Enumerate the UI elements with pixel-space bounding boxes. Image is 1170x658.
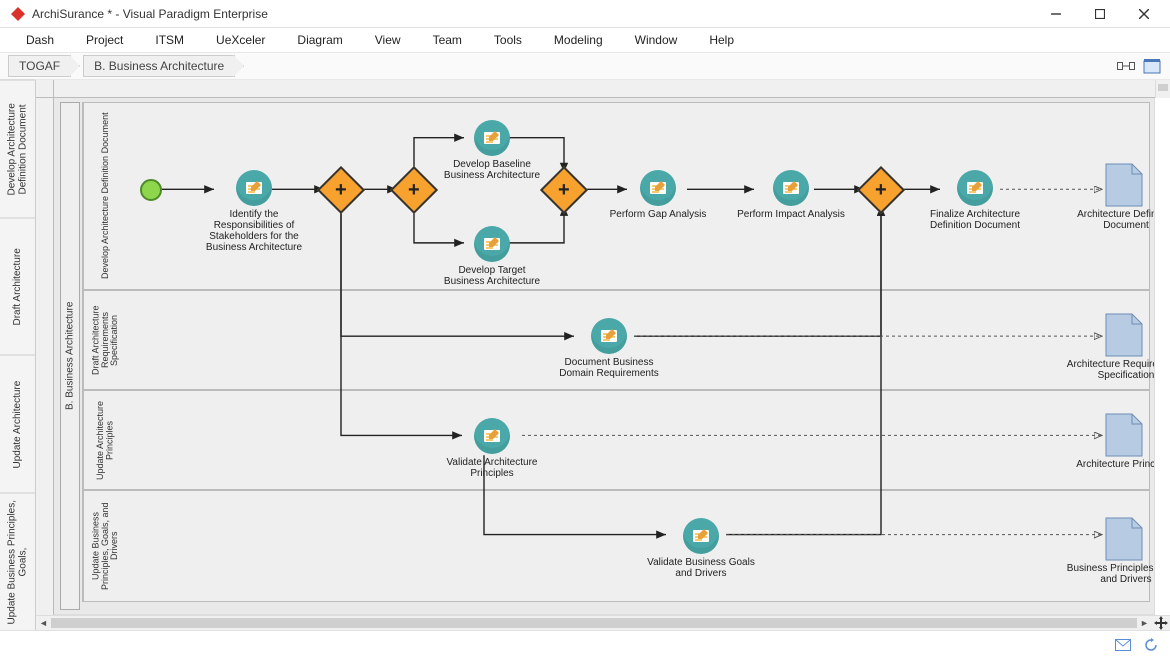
pool-label[interactable]: B. Business Architecture [60, 102, 80, 610]
breadcrumb-bar: TOGAF B. Business Architecture [0, 52, 1170, 80]
task-develop-baseline[interactable]: Develop Baseline Business Architecture [442, 120, 542, 181]
task-icon [773, 170, 809, 206]
task-validate-principles[interactable]: Validate Architecture Principles [442, 418, 542, 479]
task-validate-goals[interactable]: Validate Business Goals and Drivers [646, 518, 756, 579]
lane-label-update-business: Update Business Principles, Goals, and D… [83, 491, 127, 601]
gateway-parallel-1[interactable]: + [324, 173, 358, 207]
task-icon [591, 318, 627, 354]
gateway-parallel-2[interactable]: + [397, 173, 431, 207]
task-label: Validate Business Goals and Drivers [646, 557, 756, 579]
task-label: Develop Target Business Architecture [442, 265, 542, 287]
task-develop-target[interactable]: Develop Target Business Architecture [442, 226, 542, 287]
close-button[interactable] [1122, 0, 1166, 28]
sidetab-update-business[interactable]: Update Business Principles, Goals, [0, 493, 35, 631]
artifact-principles[interactable]: Architecture Principles [1104, 412, 1148, 464]
lane-label-draft: Draft Architecture Requirements Specific… [83, 291, 127, 389]
menubar: Dash Project ITSM UeXceler Diagram View … [0, 28, 1170, 52]
artifact-bpgd[interactable]: Business Principles, Goals and Drivers [1104, 516, 1148, 568]
statusbar [0, 630, 1170, 658]
scroll-right-icon[interactable]: ► [1137, 616, 1152, 631]
task-impact-analysis[interactable]: Perform Impact Analysis [736, 170, 846, 220]
menu-tools[interactable]: Tools [480, 31, 536, 49]
lane-label-develop: Develop Architecture Definition Document [83, 103, 127, 289]
maximize-button[interactable] [1078, 0, 1122, 28]
breadcrumb-root[interactable]: TOGAF [8, 55, 71, 77]
lane-label-update-principles: Update Architecture Principles [83, 391, 127, 489]
task-label: Finalize Architecture Definition Documen… [920, 209, 1030, 231]
switch-view-icon[interactable] [1142, 56, 1162, 76]
scrollbar-horizontal[interactable]: ◄ ► [36, 615, 1170, 630]
menu-itsm[interactable]: ITSM [141, 31, 198, 49]
task-icon [474, 226, 510, 262]
mail-icon[interactable] [1114, 636, 1132, 654]
ruler-corner [36, 80, 54, 98]
ruler-horizontal [54, 80, 1155, 98]
menu-view[interactable]: View [361, 31, 415, 49]
menu-help[interactable]: Help [695, 31, 748, 49]
task-icon [683, 518, 719, 554]
artifact-label: Architecture Principles [1066, 460, 1155, 471]
app-logo-icon [10, 6, 26, 22]
sidetab-develop-add[interactable]: Develop Architecture Definition Document [0, 80, 35, 218]
sidetab-update-arch[interactable]: Update Architecture [0, 355, 35, 493]
menu-team[interactable]: Team [419, 31, 476, 49]
canvas-wrap: B. Business Architecture Develop Archite… [36, 80, 1170, 630]
task-icon [957, 170, 993, 206]
task-label: Identify the Responsibilities of Stakeho… [194, 209, 314, 253]
gateway-parallel-4[interactable]: + [864, 173, 898, 207]
artifact-label: Architecture Requirements Specification [1066, 360, 1155, 381]
artifact-label: Business Principles, Goals and Drivers [1066, 564, 1155, 585]
menu-project[interactable]: Project [72, 31, 137, 49]
work-area: Develop Architecture Definition Document… [0, 80, 1170, 630]
task-gap-analysis[interactable]: Perform Gap Analysis [608, 170, 708, 220]
task-identify-stakeholders[interactable]: Identify the Responsibilities of Stakeho… [194, 170, 314, 253]
ruler-vertical [36, 98, 54, 615]
menu-window[interactable]: Window [621, 31, 692, 49]
artifact-label: Architecture Definition Document [1066, 210, 1155, 231]
menu-modeling[interactable]: Modeling [540, 31, 617, 49]
task-label: Perform Gap Analysis [608, 209, 708, 220]
task-label: Perform Impact Analysis [736, 209, 846, 220]
window-title: ArchiSurance * - Visual Paradigm Enterpr… [32, 7, 1034, 21]
menu-diagram[interactable]: Diagram [283, 31, 356, 49]
task-label: Validate Architecture Principles [442, 457, 542, 479]
task-icon [640, 170, 676, 206]
lane-update-business[interactable]: Update Business Principles, Goals, and D… [82, 490, 1150, 602]
start-event[interactable] [140, 179, 162, 201]
minimize-button[interactable] [1034, 0, 1078, 28]
artifact-ars[interactable]: Architecture Requirements Specification [1104, 312, 1148, 364]
task-icon [236, 170, 272, 206]
scroll-left-icon[interactable]: ◄ [36, 616, 51, 631]
breadcrumb-current[interactable]: B. Business Architecture [83, 55, 235, 77]
menu-uexceler[interactable]: UeXceler [202, 31, 279, 49]
scrollbar-vertical[interactable] [1155, 80, 1170, 98]
task-label: Develop Baseline Business Architecture [442, 159, 542, 181]
sidetab-draft-arch[interactable]: Draft Architecture [0, 218, 35, 356]
diagram-canvas[interactable]: B. Business Architecture Develop Archite… [54, 98, 1155, 615]
gateway-parallel-3[interactable]: + [547, 173, 581, 207]
artifact-add[interactable]: Architecture Definition Document [1104, 162, 1148, 214]
task-icon [474, 120, 510, 156]
task-finalize-add[interactable]: Finalize Architecture Definition Documen… [920, 170, 1030, 231]
lane-update-principles[interactable]: Update Architecture Principles [82, 390, 1150, 490]
menu-dash[interactable]: Dash [12, 31, 68, 49]
side-tabs: Develop Architecture Definition Document… [0, 80, 36, 630]
refresh-icon[interactable] [1142, 636, 1160, 654]
task-document-requirements[interactable]: Document Business Domain Requirements [554, 318, 664, 379]
diagram-overview-icon[interactable] [1116, 56, 1136, 76]
task-label: Document Business Domain Requirements [554, 357, 664, 379]
titlebar: ArchiSurance * - Visual Paradigm Enterpr… [0, 0, 1170, 28]
task-icon [474, 418, 510, 454]
